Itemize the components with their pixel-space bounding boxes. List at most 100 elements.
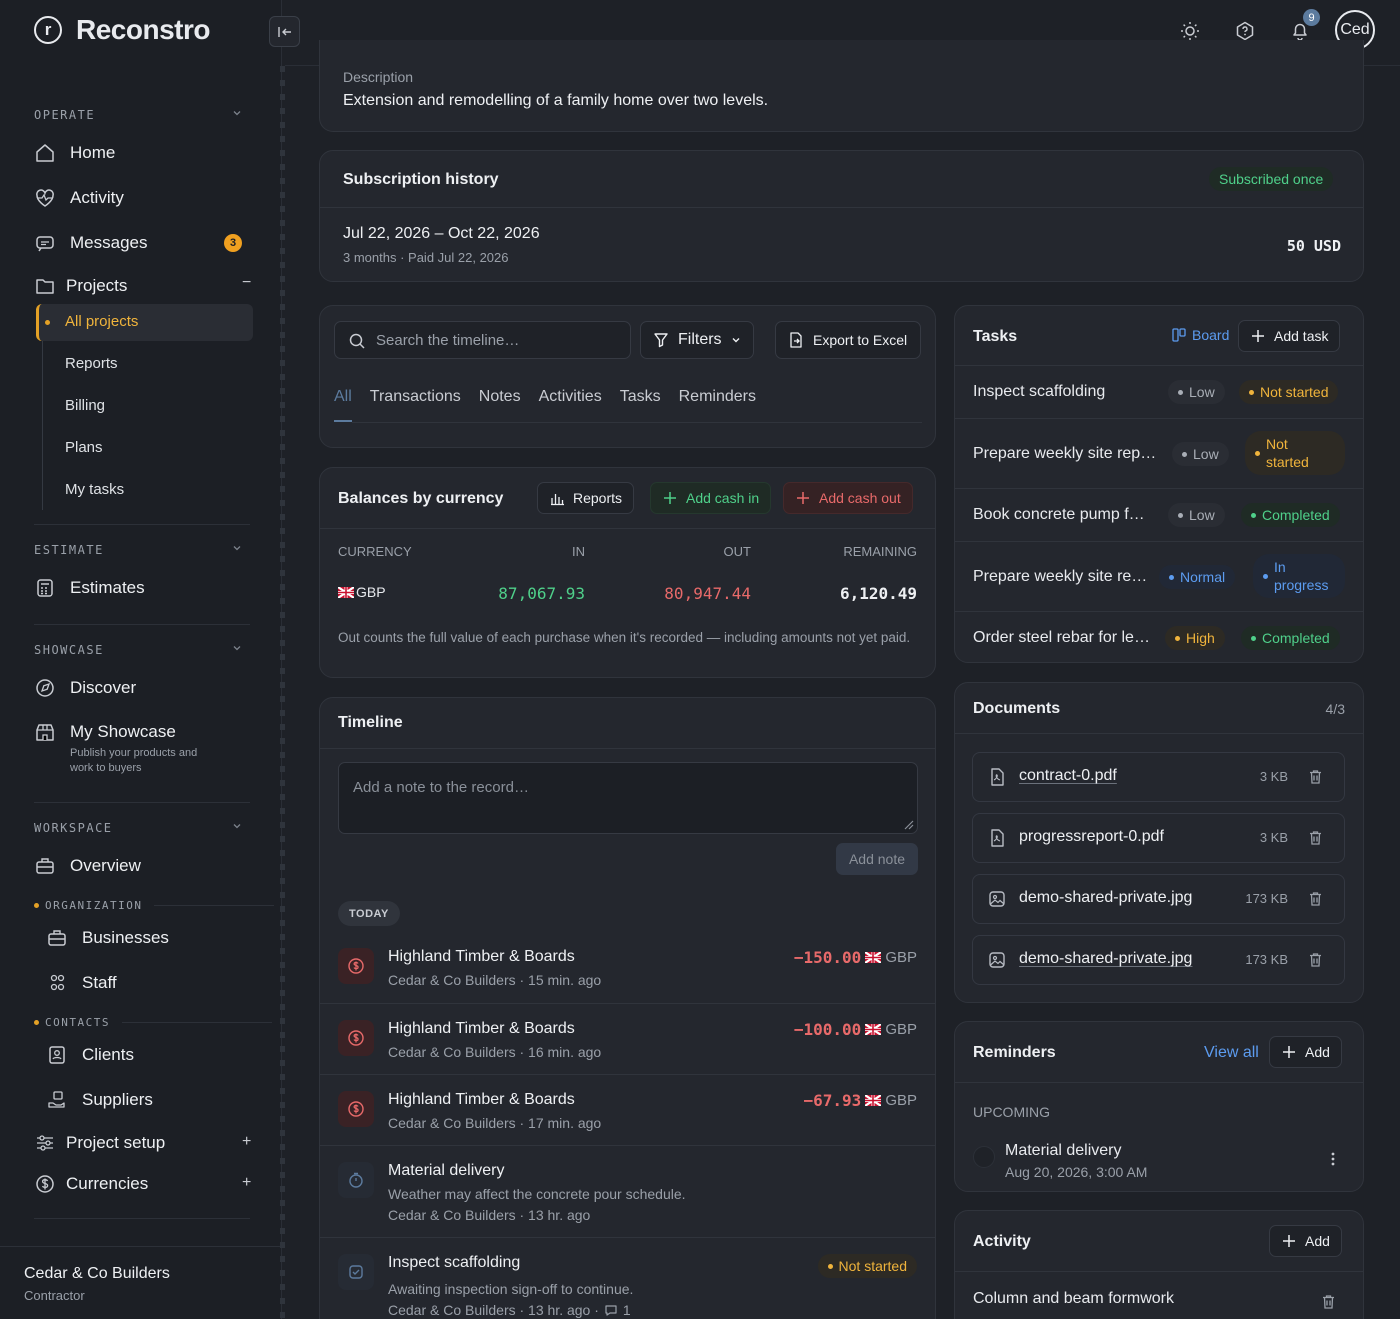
- timeline-search-input[interactable]: Search the timeline…: [334, 321, 631, 359]
- note-textarea[interactable]: Add a note to the record…: [338, 762, 918, 834]
- task-row[interactable]: Prepare weekly site re… Normal In progre…: [955, 542, 1363, 612]
- projects-collapse-toggle[interactable]: −: [242, 274, 251, 292]
- task-row[interactable]: Book concrete pump f… Low Completed: [955, 489, 1363, 541]
- nav-home[interactable]: Home: [34, 142, 115, 164]
- sun-icon[interactable]: [1179, 20, 1201, 42]
- nav-suppliers[interactable]: Suppliers: [46, 1089, 153, 1111]
- app-logo[interactable]: r Reconstro: [34, 14, 210, 46]
- nav-overview-label: Overview: [70, 856, 141, 875]
- tab-all[interactable]: All: [334, 388, 352, 406]
- reminder-checkbox[interactable]: [973, 1146, 995, 1168]
- nav-estimates[interactable]: Estimates: [34, 577, 145, 599]
- document-item[interactable]: demo-shared-private.jpg 173 KB: [972, 935, 1345, 985]
- task-row[interactable]: Prepare weekly site rep… Low Not started: [955, 419, 1363, 489]
- org-switcher[interactable]: Cedar & Co Builders Contractor: [0, 1246, 282, 1319]
- nav-messages[interactable]: Messages: [34, 232, 147, 254]
- nav-clients[interactable]: Clients: [46, 1044, 134, 1066]
- timeline-item[interactable]: Inspect scaffolding Awaiting inspection …: [320, 1237, 935, 1319]
- nav-staff[interactable]: Staff: [46, 972, 117, 994]
- add-task-button[interactable]: Add task: [1238, 320, 1341, 352]
- nav-businesses[interactable]: Businesses: [46, 927, 169, 949]
- add-activity-button[interactable]: Add: [1269, 1225, 1342, 1257]
- section-estimate[interactable]: ESTIMATE: [34, 543, 104, 557]
- heart-pulse-icon: [36, 189, 54, 207]
- timeline-item[interactable]: Highland Timber & Boards Cedar & Co Buil…: [320, 1003, 935, 1075]
- reports-button[interactable]: Reports: [537, 482, 635, 514]
- trash-icon[interactable]: [1307, 951, 1324, 968]
- nav-discover[interactable]: Discover: [34, 677, 136, 699]
- task-row[interactable]: Order steel rebar for le… High Completed: [955, 612, 1363, 662]
- chevron-down-icon[interactable]: [232, 643, 242, 653]
- tab-transactions[interactable]: Transactions: [370, 388, 461, 406]
- trash-icon[interactable]: [1307, 829, 1324, 846]
- sub-reports[interactable]: Reports: [65, 355, 118, 372]
- more-vertical-icon[interactable]: [1331, 1152, 1335, 1166]
- currencies-expand[interactable]: +: [242, 1174, 251, 1192]
- document-name[interactable]: progressreport-0.pdf: [1019, 828, 1164, 846]
- nav-my-showcase[interactable]: My Showcase Publish your products and wo…: [34, 722, 210, 776]
- section-showcase[interactable]: SHOWCASE: [34, 643, 104, 657]
- document-name[interactable]: demo-shared-private.jpg: [1019, 950, 1192, 968]
- sub-billing[interactable]: Billing: [65, 397, 105, 414]
- sub-plans[interactable]: Plans: [65, 439, 103, 456]
- document-item[interactable]: contract-0.pdf 3 KB: [972, 752, 1345, 802]
- add-reminder-button[interactable]: Add: [1269, 1036, 1342, 1068]
- status-dot: [827, 1263, 833, 1269]
- nav-messages-label: Messages: [70, 233, 148, 252]
- nav-currencies[interactable]: Currencies: [34, 1173, 148, 1195]
- view-all-link[interactable]: View all: [1204, 1044, 1259, 1062]
- nav-activity[interactable]: Activity: [34, 187, 124, 209]
- trash-icon[interactable]: [1307, 768, 1324, 785]
- document-item[interactable]: progressreport-0.pdf 3 KB: [972, 813, 1345, 863]
- document-size: 173 KB: [1245, 891, 1288, 906]
- timeline-item[interactable]: Highland Timber & Boards Cedar & Co Buil…: [320, 1074, 935, 1146]
- notification-count-badge: 9: [1303, 9, 1320, 26]
- nav-project-setup-label: Project setup: [66, 1133, 166, 1152]
- board-view-button[interactable]: Board: [1171, 327, 1229, 343]
- document-name[interactable]: demo-shared-private.jpg: [1019, 889, 1192, 907]
- nav-estimates-label: Estimates: [70, 578, 145, 597]
- sub-all-projects[interactable]: All projects: [36, 304, 253, 341]
- help-icon[interactable]: [1234, 20, 1256, 42]
- task-row[interactable]: Inspect scaffolding Low Not started: [955, 366, 1363, 418]
- section-workspace[interactable]: WORKSPACE: [34, 821, 113, 835]
- tab-activities[interactable]: Activities: [539, 388, 602, 406]
- resize-handle-icon[interactable]: [902, 818, 914, 830]
- chevron-down-icon[interactable]: [232, 821, 242, 831]
- timeline-item[interactable]: Highland Timber & Boards Cedar & Co Buil…: [320, 932, 935, 1004]
- project-setup-expand[interactable]: +: [242, 1133, 251, 1151]
- sidebar-resize-handle[interactable]: [280, 66, 285, 1319]
- tab-notes[interactable]: Notes: [479, 388, 521, 406]
- tab-reminders[interactable]: Reminders: [679, 388, 756, 406]
- app-name: Reconstro: [76, 14, 210, 45]
- activity-item-title[interactable]: Column and beam formwork: [973, 1290, 1174, 1308]
- tab-tasks[interactable]: Tasks: [620, 388, 661, 406]
- priority-dot: [1175, 635, 1180, 641]
- amount-currency: GBP: [885, 1092, 917, 1109]
- uk-flag-icon: [338, 586, 354, 598]
- stopwatch-icon: [349, 1172, 363, 1188]
- export-excel-button[interactable]: Export to Excel: [775, 321, 921, 359]
- activity-card: Activity Add Column and beam formwork: [954, 1210, 1364, 1319]
- timeline-item[interactable]: Material delivery Weather may affect the…: [320, 1145, 935, 1238]
- sub-my-tasks[interactable]: My tasks: [65, 481, 124, 498]
- reminder-title[interactable]: Material delivery: [1005, 1142, 1121, 1160]
- balances-card: Balances by currency Reports Add cash in…: [319, 467, 936, 678]
- nav-project-setup[interactable]: Project setup: [34, 1132, 165, 1154]
- document-item[interactable]: demo-shared-private.jpg 173 KB: [972, 874, 1345, 924]
- add-cash-out-button[interactable]: Add cash out: [783, 482, 913, 514]
- filters-button[interactable]: Filters: [640, 321, 754, 359]
- trash-icon[interactable]: [1320, 1293, 1337, 1310]
- timeline-filter-card: Search the timeline… Filters Export to E…: [319, 305, 936, 448]
- upcoming-label: UPCOMING: [973, 1104, 1050, 1120]
- nav-projects[interactable]: Projects: [34, 275, 127, 297]
- nav-overview[interactable]: Overview: [34, 855, 141, 877]
- section-operate[interactable]: OPERATE: [34, 108, 95, 122]
- add-note-button[interactable]: Add note: [836, 843, 918, 875]
- trash-icon[interactable]: [1307, 890, 1324, 907]
- collapse-sidebar-button[interactable]: [269, 16, 300, 47]
- chevron-down-icon[interactable]: [232, 108, 242, 118]
- add-cash-in-button[interactable]: Add cash in: [650, 482, 772, 514]
- document-name[interactable]: contract-0.pdf: [1019, 767, 1117, 785]
- chevron-down-icon[interactable]: [232, 543, 242, 553]
